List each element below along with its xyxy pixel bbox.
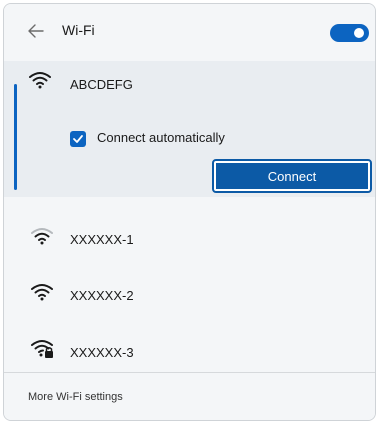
wifi-full-icon [28, 70, 52, 90]
back-arrow-icon[interactable] [28, 20, 48, 44]
wifi-header: Wi-Fi [4, 4, 375, 61]
network-item[interactable] [4, 262, 375, 318]
network-name: XXXXXX-3 [70, 345, 134, 360]
wifi-toggle[interactable] [330, 24, 369, 42]
selection-indicator [14, 84, 17, 190]
page-title: Wi-Fi [62, 22, 95, 38]
wifi-secured-icon [30, 337, 54, 358]
flyout-footer: More Wi-Fi settings [4, 372, 375, 420]
connect-automatically-checkbox[interactable] [70, 131, 86, 147]
network-name: XXXXXX-2 [70, 288, 134, 303]
toggle-knob [354, 28, 364, 38]
more-wifi-settings-link[interactable]: More Wi-Fi settings [28, 391, 123, 403]
network-item[interactable] [4, 206, 375, 262]
network-name: ABCDEFG [70, 77, 133, 92]
connect-automatically-label: Connect automatically [97, 130, 225, 145]
connect-button[interactable]: Connect [212, 159, 372, 193]
wifi-full-icon [30, 282, 54, 302]
network-name: XXXXXX-1 [70, 232, 134, 247]
wifi-flyout-panel: Wi-Fi ABCDEFG Connect automatically Conn… [3, 3, 376, 421]
network-item[interactable] [4, 318, 375, 374]
wifi-medium-icon [30, 226, 54, 246]
check-icon [73, 135, 83, 143]
